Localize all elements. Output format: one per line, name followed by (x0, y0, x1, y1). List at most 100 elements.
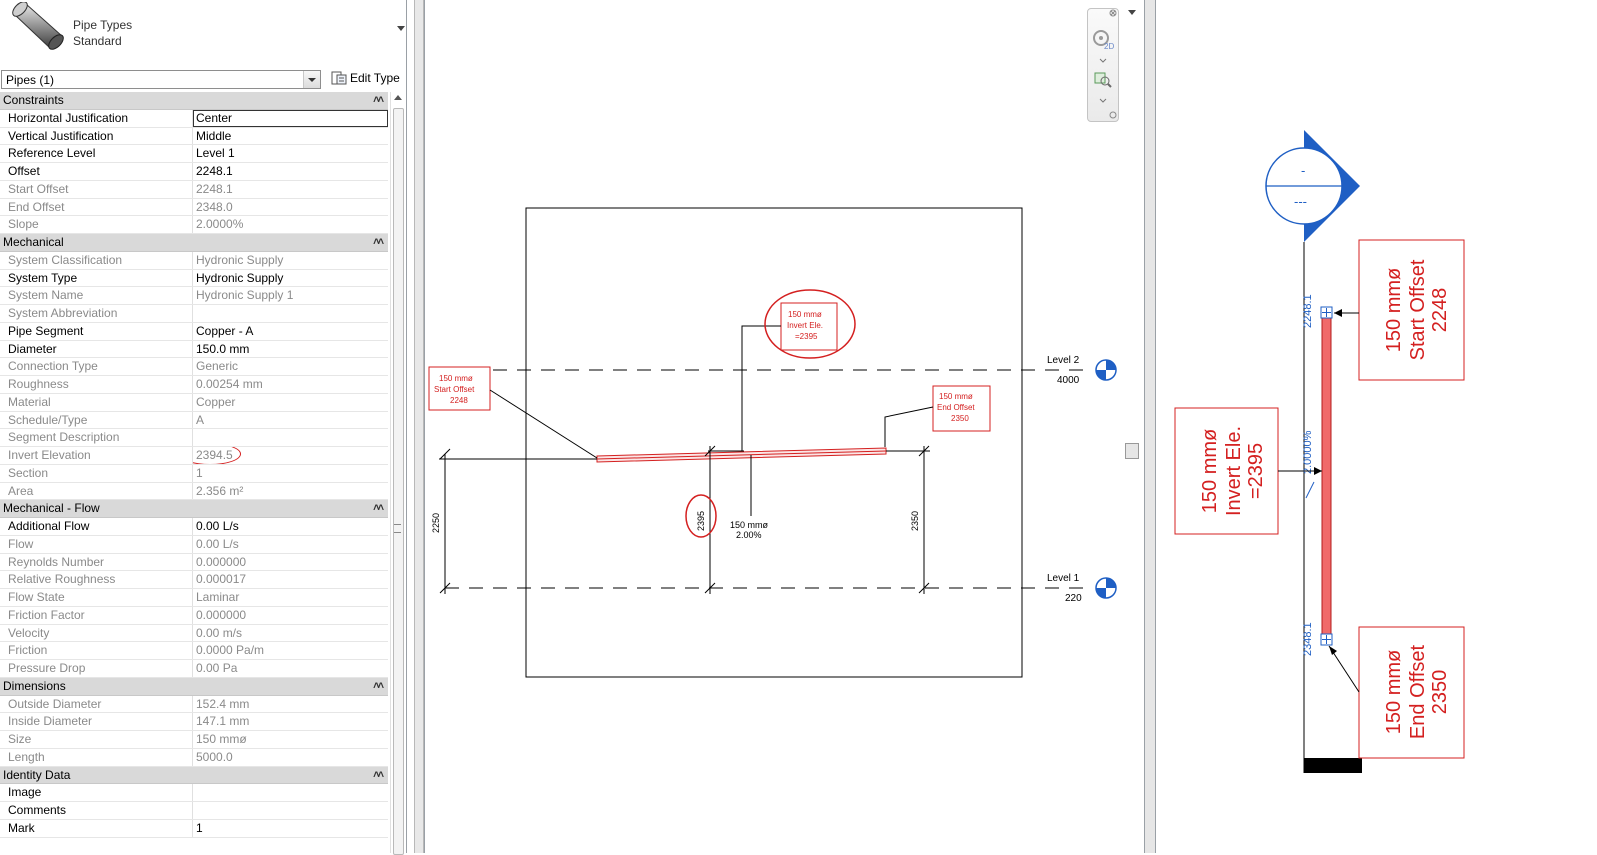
property-row[interactable]: Relative Roughness 0.000017 (0, 571, 388, 589)
group-header[interactable]: Identity Data ˄˄ (0, 766, 388, 785)
view-scroll-handle[interactable] (1125, 443, 1139, 459)
property-row[interactable]: Offset 2248.1 (0, 163, 388, 181)
property-name: Size (0, 731, 193, 748)
chevron-down-icon[interactable] (1099, 98, 1107, 103)
elevation-marker-top: - (1301, 163, 1305, 178)
tag-start-label: Start Offset (434, 385, 475, 394)
property-value[interactable]: Hydronic Supply (193, 270, 388, 287)
property-row[interactable]: Slope 2.0000% (0, 216, 388, 234)
property-name: Flow State (0, 589, 193, 606)
property-row[interactable]: System Abbreviation (0, 305, 388, 323)
property-row[interactable]: Additional Flow 0.00 L/s (0, 518, 388, 536)
section-head[interactable] (1304, 758, 1362, 773)
property-row[interactable]: Area 2.356 m² (0, 482, 388, 501)
property-value[interactable]: 0.00 L/s (193, 518, 388, 535)
property-row[interactable]: Outside Diameter 152.4 mm (0, 695, 388, 714)
property-row[interactable]: Flow 0.00 L/s (0, 535, 388, 554)
property-row[interactable]: Material Copper (0, 393, 388, 412)
pipe-plan[interactable] (1320, 306, 1333, 646)
collapse-chevron-icon[interactable]: ˄˄ (373, 234, 384, 250)
property-row[interactable]: Vertical Justification Middle (0, 127, 388, 146)
properties-scrollbar[interactable] (390, 92, 405, 855)
plan-tag-invert-label: Invert Ele. (1223, 426, 1245, 516)
group-header[interactable]: Constraints ˄˄ (0, 92, 388, 110)
property-value[interactable]: Center (193, 109, 388, 127)
options-icon[interactable] (1109, 111, 1117, 119)
palette-splitter[interactable] (414, 0, 424, 853)
chevron-down-icon[interactable] (1099, 58, 1107, 63)
zoom-icon[interactable] (1094, 72, 1112, 88)
property-row[interactable]: Friction Factor 0.000000 (0, 606, 388, 625)
property-name: Flow (0, 535, 193, 553)
property-row[interactable]: Connection Type Generic (0, 358, 388, 376)
collapse-chevron-icon[interactable]: ˄˄ (373, 500, 384, 516)
property-row[interactable]: Mark 1 (0, 819, 388, 838)
level-1-elevation: 220 (1065, 593, 1082, 604)
property-row[interactable]: Invert Elevation 2394.5 (0, 447, 388, 465)
type-selector[interactable]: Pipe Types Standard (0, 0, 406, 66)
collapse-chevron-icon[interactable]: ˄˄ (373, 678, 384, 694)
property-name: Vertical Justification (0, 127, 193, 145)
level-2-head[interactable] (1095, 359, 1117, 381)
property-name: Area (0, 482, 193, 500)
property-row[interactable]: Schedule/Type A (0, 411, 388, 430)
pipe-type-thumbnail-icon (12, 2, 64, 50)
property-row[interactable]: Size 150 mmø (0, 731, 388, 749)
property-value: 0.00 L/s (196, 536, 239, 551)
elevation-marker[interactable]: - --- (1265, 130, 1360, 242)
group-header[interactable]: Dimensions ˄˄ (0, 677, 388, 696)
property-name: Segment Description (0, 429, 193, 446)
scrollbar-thumb[interactable] (393, 108, 404, 855)
property-value[interactable]: Level 1 (193, 145, 388, 162)
property-row[interactable]: Diameter 150.0 mm (0, 340, 388, 359)
property-row[interactable]: System Name Hydronic Supply 1 (0, 287, 388, 305)
property-row[interactable]: Section 1 (0, 464, 388, 483)
property-value[interactable] (193, 784, 388, 801)
view-splitter[interactable] (1144, 0, 1156, 853)
chevron-down-icon[interactable] (303, 71, 320, 88)
property-value[interactable] (193, 802, 388, 819)
navigation-bar[interactable]: 2D (1087, 8, 1119, 122)
level-1-head[interactable] (1095, 577, 1117, 599)
property-row[interactable]: Segment Description (0, 429, 388, 447)
property-row[interactable]: Pressure Drop 0.00 Pa (0, 660, 388, 678)
property-value[interactable]: 1 (193, 820, 388, 837)
property-row[interactable]: Velocity 0.00 m/s (0, 624, 388, 643)
property-row[interactable]: Length 5000.0 (0, 748, 388, 767)
property-row[interactable]: Pipe Segment Copper - A (0, 322, 388, 341)
property-row[interactable]: Friction 0.0000 Pa/m (0, 642, 388, 660)
group-header[interactable]: Mechanical ˄˄ (0, 234, 388, 252)
property-row[interactable]: System Type Hydronic Supply (0, 269, 388, 288)
property-row[interactable]: Horizontal Justification Center (0, 109, 388, 128)
steering-wheel-icon[interactable]: 2D (1093, 30, 1114, 51)
property-row[interactable]: Reynolds Number 0.000000 (0, 553, 388, 572)
property-value: 0.00254 mm (196, 377, 263, 391)
plan-view[interactable]: - --- 2248.1 2.0000% 2348.1 150 mmø Star… (1156, 0, 1597, 853)
markup-circle (193, 447, 241, 464)
property-row[interactable]: Image (0, 784, 388, 802)
scroll-up-arrow-icon[interactable] (394, 95, 402, 100)
property-row[interactable]: System Classification Hydronic Supply (0, 251, 388, 270)
collapse-chevron-icon[interactable]: ˄˄ (373, 92, 384, 108)
instance-filter-dropdown[interactable]: Pipes (1) (1, 70, 321, 89)
edit-type-button[interactable]: Edit Type (329, 69, 402, 87)
property-row[interactable]: Reference Level Level 1 (0, 145, 388, 163)
close-icon[interactable] (1109, 9, 1117, 17)
property-value[interactable]: 2248.1 (193, 163, 388, 180)
chevron-down-icon[interactable] (1128, 10, 1136, 15)
property-value[interactable]: Middle (193, 128, 388, 145)
property-name: Material (0, 393, 193, 411)
property-row[interactable]: Inside Diameter 147.1 mm (0, 713, 388, 731)
group-header[interactable]: Mechanical - Flow ˄˄ (0, 500, 388, 518)
collapse-chevron-icon[interactable]: ˄˄ (373, 767, 384, 783)
property-name: Friction Factor (0, 606, 193, 624)
section-view[interactable]: Level 2 4000 Level 1 220 2250 2395 2350 (424, 0, 1145, 853)
property-row[interactable]: Roughness 0.00254 mm (0, 376, 388, 394)
property-value[interactable]: Copper - A (193, 323, 388, 340)
property-value[interactable]: 150.0 mm (193, 341, 388, 358)
property-row[interactable]: Start Offset 2248.1 (0, 180, 388, 199)
property-row[interactable]: Comments (0, 802, 388, 820)
chevron-down-icon[interactable] (397, 26, 405, 31)
property-row[interactable]: Flow State Laminar (0, 589, 388, 607)
property-row[interactable]: End Offset 2348.0 (0, 198, 388, 217)
